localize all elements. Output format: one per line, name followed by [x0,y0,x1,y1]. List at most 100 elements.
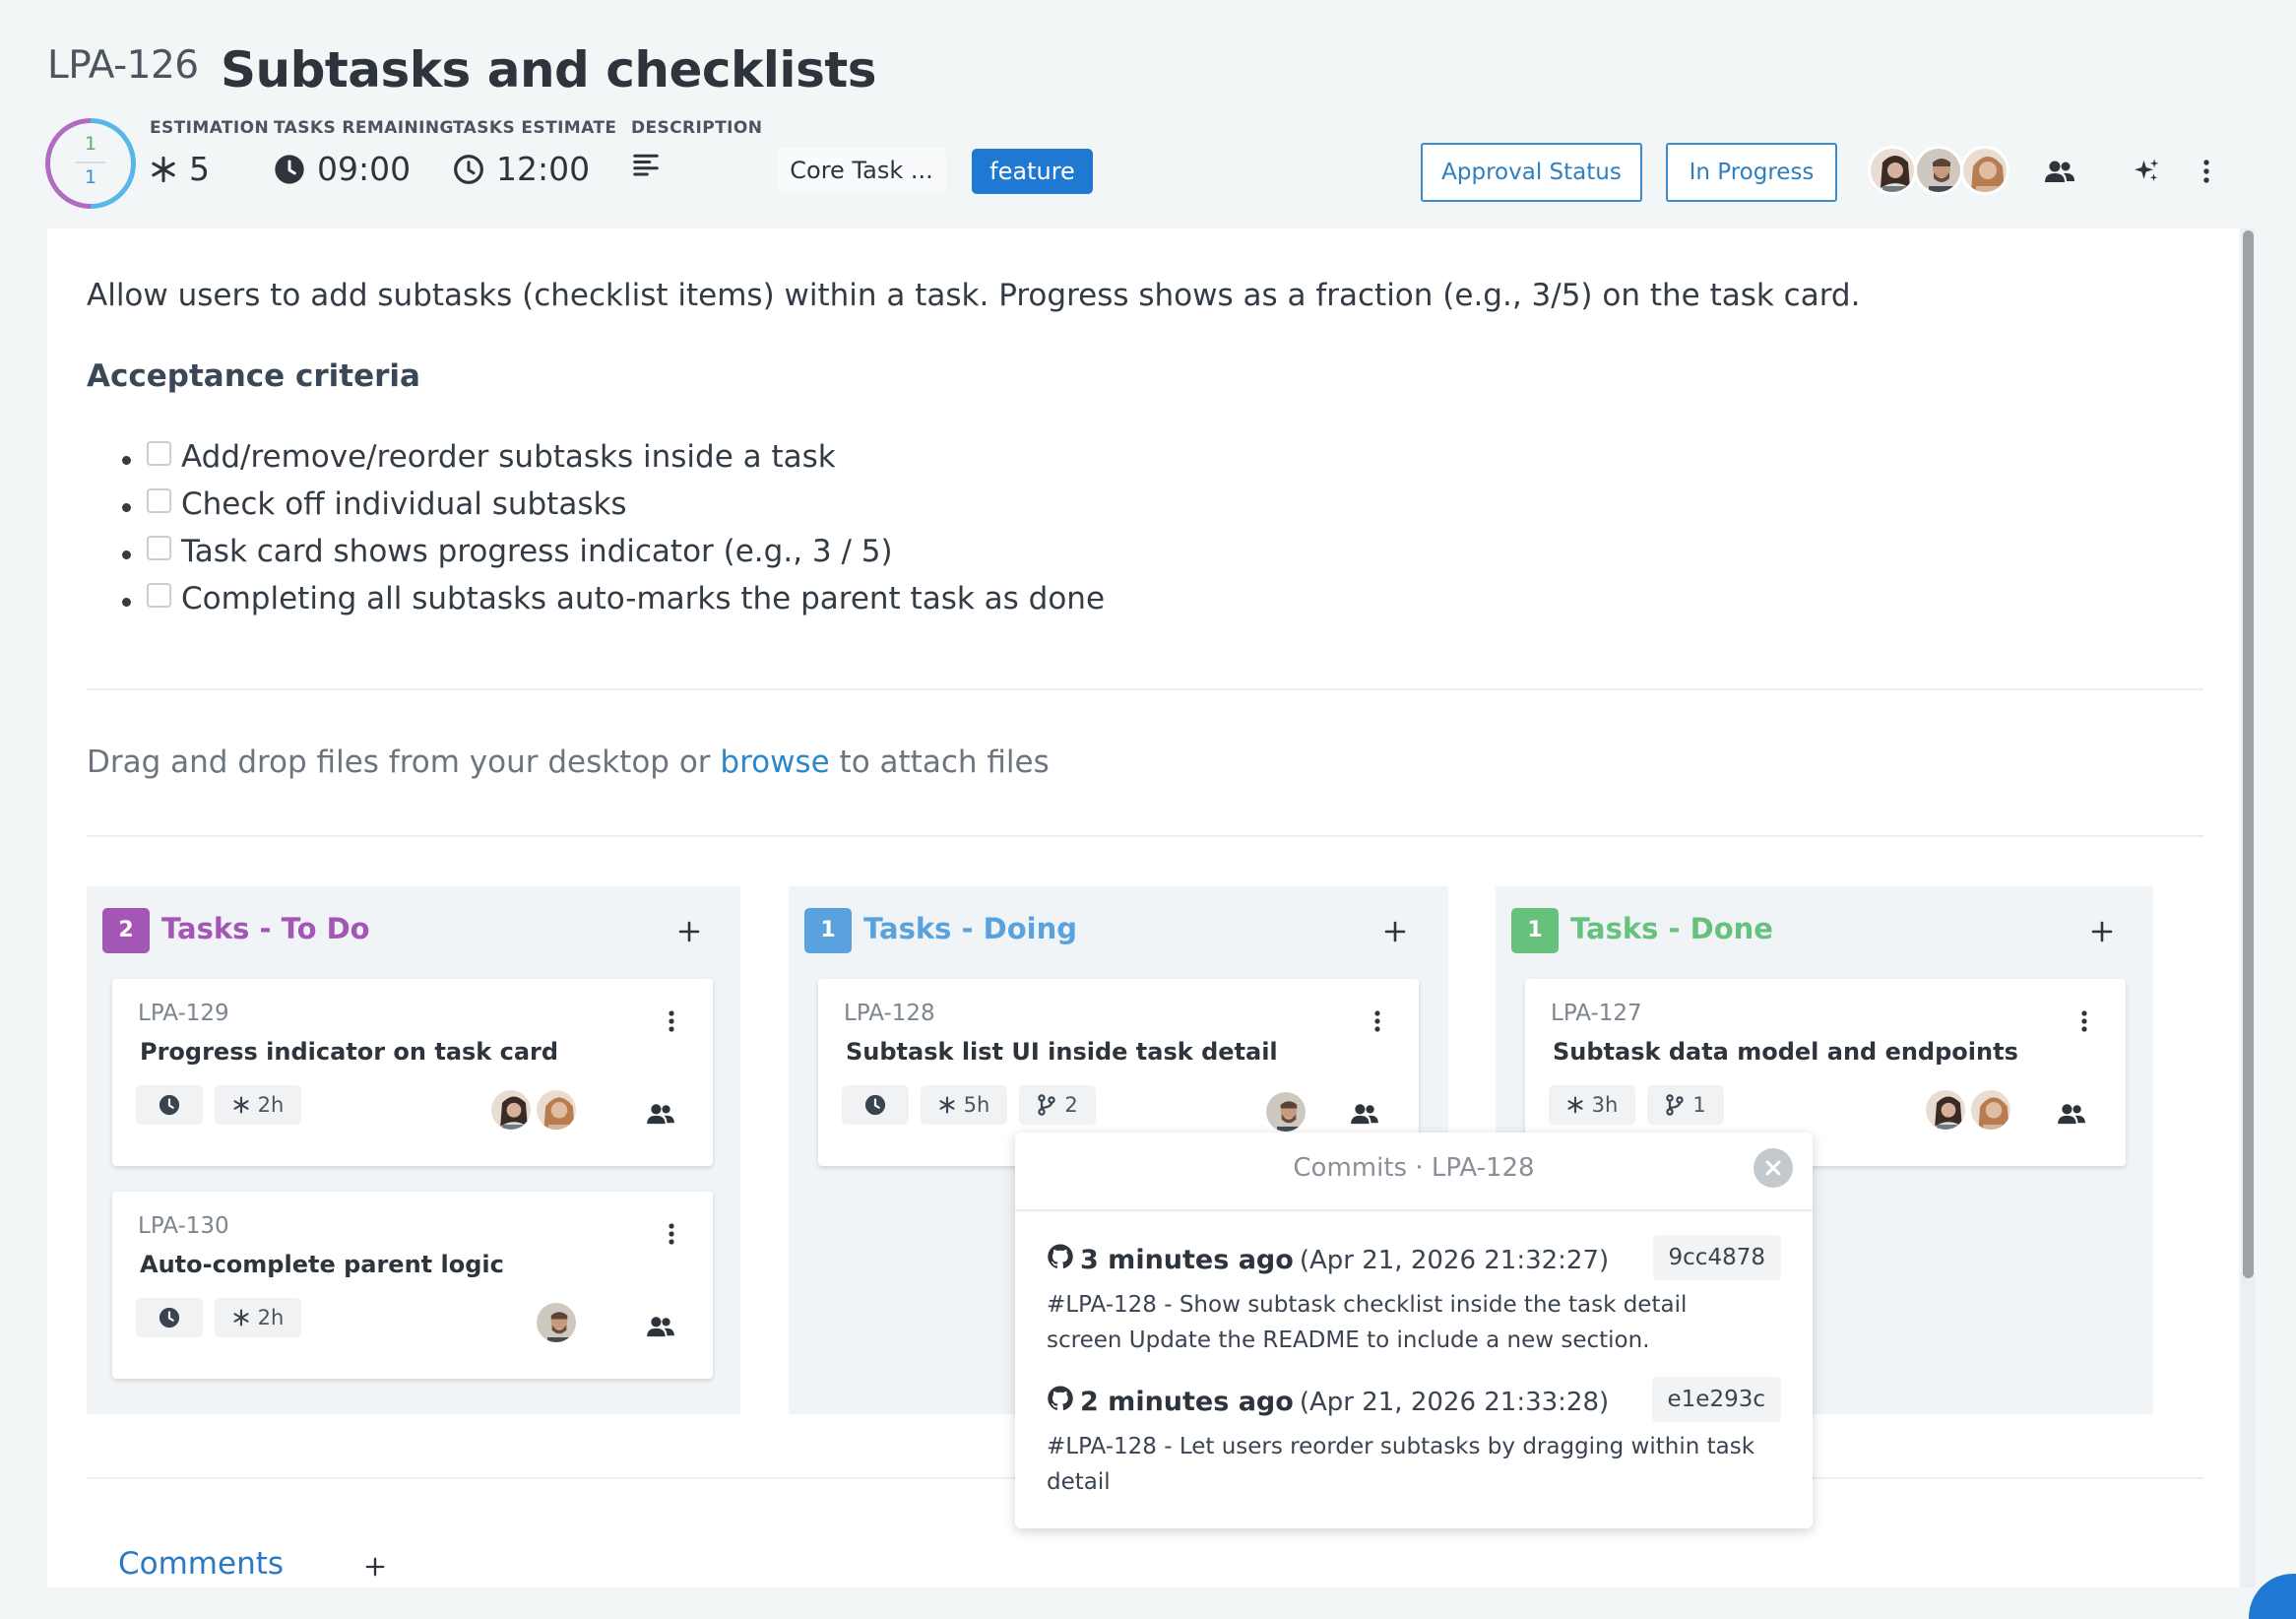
commit-entry: 3 minutes ago (Apr 21, 2026 21:32:27) 9c… [1047,1235,1795,1358]
checkbox[interactable] [147,535,171,560]
file-dropzone[interactable]: Drag and drop files from your desktop or… [87,745,1050,780]
status-button[interactable]: In Progress [1666,143,1837,202]
clock-icon[interactable] [136,1085,203,1125]
divider [87,688,2203,690]
checklist-item-label: Task card shows progress indicator (e.g.… [181,534,893,569]
close-icon[interactable] [1754,1148,1793,1188]
description-text[interactable]: Allow users to add subtasks (checklist i… [87,278,1860,313]
scrollbar-thumb[interactable] [2243,230,2254,1278]
checkbox[interactable] [147,582,171,608]
column-count-badge: 1 [804,908,852,953]
estimate-pill[interactable]: 2h [215,1085,301,1125]
clock-icon[interactable] [136,1298,203,1337]
approval-status-button[interactable]: Approval Status [1421,143,1642,202]
task-key: LPA-126 [47,43,199,88]
estimate-stat[interactable]: TASKS ESTIMATE 12:00 [453,118,616,188]
commits-pill[interactable]: 1 [1647,1085,1724,1125]
asterisk-icon [233,1309,249,1327]
estimate-pill[interactable]: 5h [921,1085,1007,1125]
kebab-icon[interactable] [2192,154,2221,189]
people-icon[interactable] [644,1099,677,1129]
card-title[interactable]: Progress indicator on task card [140,1038,558,1066]
task-title[interactable]: Subtasks and checklists [221,41,877,98]
chat-fab-button[interactable] [2249,1574,2296,1619]
avatar[interactable] [1914,146,1963,195]
avatar[interactable] [534,1087,579,1133]
kebab-icon[interactable] [2073,1006,2096,1036]
commits-pill[interactable]: 2 [1019,1085,1096,1125]
remaining-value: 09:00 [317,150,412,188]
checkbox[interactable] [147,487,171,513]
avatar[interactable] [1868,146,1917,195]
commit-date: (Apr 21, 2026 21:32:27) [1299,1245,1610,1275]
comments-tab[interactable]: Comments [118,1546,284,1582]
estimate-pill[interactable]: 3h [1549,1085,1635,1125]
avatar[interactable] [488,1087,534,1133]
plus-icon[interactable] [670,912,709,951]
dropzone-text: Drag and drop files from your desktop or [87,745,721,780]
commit-entry: 2 minutes ago (Apr 21, 2026 21:33:28) e1… [1047,1377,1795,1500]
commit-count: 2 [1064,1093,1078,1117]
commits-popover: Commits · LPA-128 3 minutes ago (Apr 21,… [1015,1133,1813,1528]
avatar[interactable] [1968,1087,2013,1133]
plus-icon[interactable] [360,1552,390,1582]
task-card[interactable]: LPA-129 Progress indicator on task card … [112,979,713,1166]
people-icon[interactable] [2042,154,2077,189]
people-icon[interactable] [2055,1099,2088,1129]
acceptance-criteria-heading: Acceptance criteria [87,358,420,394]
browse-link[interactable]: browse [720,745,829,780]
checklist-item: Add/remove/reorder subtasks inside a tas… [122,433,1105,481]
people-icon[interactable] [644,1312,677,1341]
checklist-item-label: Completing all subtasks auto-marks the p… [181,581,1106,616]
commit-hash[interactable]: 9cc4878 [1652,1235,1781,1280]
divider [87,835,2203,837]
estimation-value: 5 [189,150,210,188]
type-tag[interactable]: feature [972,149,1093,194]
clock-icon [274,154,305,185]
estimate-value: 2h [257,1093,285,1117]
plus-icon[interactable] [1375,912,1415,951]
remaining-stat[interactable]: TASKS REMAINING 09:00 [274,118,454,188]
ring-bottom-value: 1 [84,166,97,188]
estimate-label: TASKS ESTIMATE [453,118,617,138]
checklist-item: Check off individual subtasks [122,481,1105,528]
checkbox[interactable] [147,440,171,466]
branch-icon [1666,1094,1685,1116]
task-card[interactable]: LPA-130 Auto-complete parent logic 2h [112,1192,713,1379]
card-key: LPA-130 [138,1213,229,1239]
card-key: LPA-129 [138,1001,229,1026]
estimation-stat[interactable]: ESTIMATION 5 [150,118,269,188]
commit-hash[interactable]: e1e293c [1651,1377,1781,1422]
kebab-icon[interactable] [660,1219,683,1249]
card-title[interactable]: Subtask list UI inside task detail [846,1038,1278,1066]
kebab-icon[interactable] [1366,1006,1389,1036]
github-icon [1047,1243,1074,1277]
card-title[interactable]: Subtask data model and endpoints [1553,1038,2018,1066]
avatar[interactable] [1923,1087,1968,1133]
avatar[interactable] [1263,1089,1308,1134]
project-tag[interactable]: Core Task ... [777,148,946,193]
estimate-value: 5h [963,1093,990,1117]
avatar[interactable] [534,1300,579,1345]
plus-icon[interactable] [2082,912,2122,951]
clock-icon[interactable] [842,1085,909,1125]
avatar[interactable] [1960,146,2009,195]
description-stat[interactable]: DESCRIPTION [631,118,762,179]
asterisk-icon [150,156,177,183]
card-title[interactable]: Auto-complete parent logic [140,1251,504,1278]
kebab-icon[interactable] [660,1006,683,1036]
sparkle-icon[interactable] [2129,154,2164,189]
remaining-label: TASKS REMAINING [274,118,454,138]
checklist-item: Task card shows progress indicator (e.g.… [122,528,1105,575]
clock-outline-icon [453,154,484,185]
estimation-label: ESTIMATION [150,118,270,138]
estimate-pill[interactable]: 2h [215,1298,301,1337]
column-title: Tasks - Doing [863,912,1077,945]
column-todo: 2 Tasks - To Do LPA-129 Progress indicat… [87,886,740,1414]
ring-top-value: 1 [84,133,97,155]
description-icon [631,150,661,179]
asterisk-icon [1567,1096,1583,1114]
people-icon[interactable] [1348,1099,1381,1129]
column-title: Tasks - To Do [161,912,370,945]
github-icon [1047,1385,1074,1419]
